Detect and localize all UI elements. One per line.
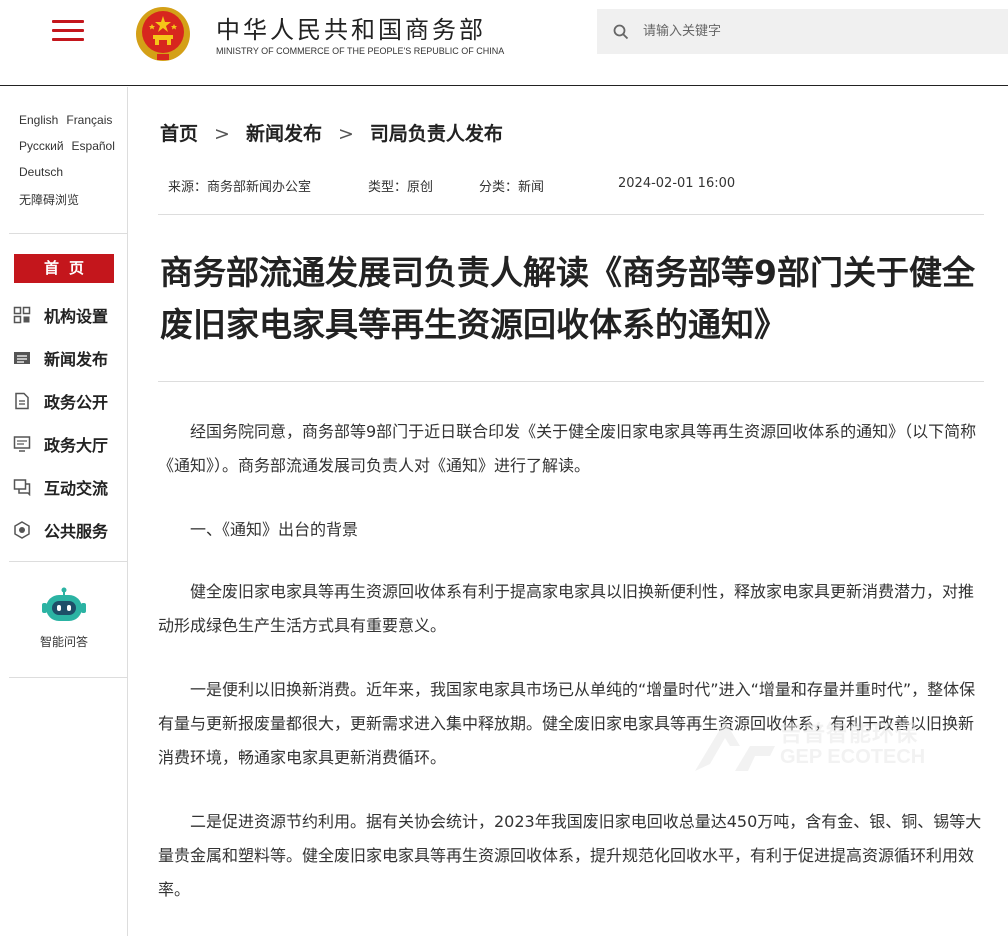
meta-type: 类型：原创: [368, 180, 434, 195]
language-links: English Français Русский Español Deutsch 无…: [19, 113, 124, 217]
sidebar-item-interaction[interactable]: 互动交流: [13, 465, 108, 508]
sidebar-item-org[interactable]: 机构设置: [13, 293, 108, 336]
article-meta: 来源：商务部新闻办公室 类型：原创 分类：新闻 2024-02-01 16:00: [158, 153, 984, 215]
lang-english[interactable]: English: [19, 113, 58, 127]
sidebar-item-services[interactable]: 公共服务: [13, 508, 108, 551]
search-box: [597, 9, 1008, 54]
sidebar-item-label: 政务大厅: [44, 435, 109, 455]
article-paragraph: 二是促进资源节约利用。据有关协会统计，2023年我国废旧家电回收总量达450万吨…: [158, 812, 982, 899]
site-header: 中华人民共和国商务部 MINISTRY OF COMMERCE OF THE P…: [0, 0, 1008, 86]
article-body: 经国务院同意，商务部等9部门于近日联合印发《关于健全废旧家电家具等再生资源回收体…: [158, 415, 984, 936]
national-emblem-icon[interactable]: [133, 4, 193, 64]
article-paragraph: 一是便利以旧换新消费。近年来，我国家电家具市场已从单纯的“增量时代”进入“增量和…: [158, 680, 976, 767]
breadcrumb-home[interactable]: 首页: [160, 123, 198, 145]
service-icon: [14, 520, 30, 539]
smart-qa-label: 智能问答: [39, 635, 88, 649]
site-subtitle: MINISTRY OF COMMERCE OF THE PEOPLE'S REP…: [216, 46, 505, 56]
sidebar-item-label: 机构设置: [44, 306, 109, 326]
article-paragraph: 健全废旧家电家具等再生资源回收体系有利于提高家电家具以旧换新便利性，释放家电家具…: [158, 582, 975, 635]
article-section-heading: 一、《通知》出台的背景: [190, 520, 359, 539]
language-row: 无障碍浏览: [19, 191, 124, 217]
lang-german[interactable]: Deutsch: [19, 165, 63, 179]
left-sidebar: English Français Русский Español Deutsch 无…: [0, 87, 128, 936]
sidebar-nav: 机构设置 新闻发布 政务公开 政务大厅 互动交流 公共服务: [13, 293, 108, 551]
meta-source: 来源：商务部新闻办公室: [168, 180, 312, 195]
hamburger-icon[interactable]: [52, 20, 84, 42]
breadcrumb-news[interactable]: 新闻发布: [246, 123, 322, 145]
sidebar-item-hall[interactable]: 政务大厅: [13, 422, 108, 465]
robot-icon: [42, 587, 86, 621]
title-divider: [158, 381, 984, 382]
lang-spanish[interactable]: Español: [72, 139, 115, 153]
article-title: 商务部流通发展司负责人解读《商务部等9部门关于健全废旧家电家具等再生资源回收体系…: [160, 253, 975, 344]
sidebar-home-button[interactable]: 首页: [14, 254, 114, 283]
sidebar-item-label: 政务公开: [44, 392, 109, 412]
search-icon[interactable]: [613, 24, 629, 40]
search-input[interactable]: [643, 19, 993, 44]
meta-date: 2024-02-01 16:00: [618, 176, 736, 191]
news-list-icon: [14, 351, 30, 364]
sidebar-item-label: 公共服务: [44, 521, 109, 541]
sidebar-item-label: 互动交流: [44, 478, 109, 498]
breadcrumb-department[interactable]: 司局负责人发布: [370, 123, 503, 145]
language-row: English Français: [19, 113, 124, 139]
sidebar-divider: [9, 677, 128, 678]
chat-icon: [13, 478, 31, 496]
monitor-icon: [13, 435, 31, 452]
chevron-right-icon: >: [337, 123, 354, 145]
document-icon: [15, 392, 29, 409]
sidebar-divider: [9, 233, 128, 234]
accessibility-link[interactable]: 无障碍浏览: [19, 193, 79, 207]
breadcrumb: 首页 > 新闻发布 > 司局负责人发布: [160, 119, 503, 146]
smart-qa-button[interactable]: 智能问答: [0, 587, 128, 650]
lang-russian[interactable]: Русский: [19, 139, 64, 153]
meta-category: 分类：新闻: [479, 180, 545, 195]
org-grid-icon: [13, 306, 31, 323]
language-row: Русский Español: [19, 139, 124, 165]
lang-french[interactable]: Français: [66, 113, 112, 127]
site-title[interactable]: 中华人民共和国商务部: [216, 10, 486, 45]
language-row: Deutsch: [19, 165, 124, 191]
sidebar-item-news[interactable]: 新闻发布: [13, 336, 108, 379]
sidebar-item-disclosure[interactable]: 政务公开: [13, 379, 108, 422]
chevron-right-icon: >: [214, 123, 230, 145]
sidebar-item-label: 新闻发布: [44, 349, 109, 369]
sidebar-divider: [9, 561, 128, 562]
article-paragraph: 经国务院同意，商务部等9部门于近日联合印发《关于健全废旧家电家具等再生资源回收体…: [158, 422, 977, 475]
